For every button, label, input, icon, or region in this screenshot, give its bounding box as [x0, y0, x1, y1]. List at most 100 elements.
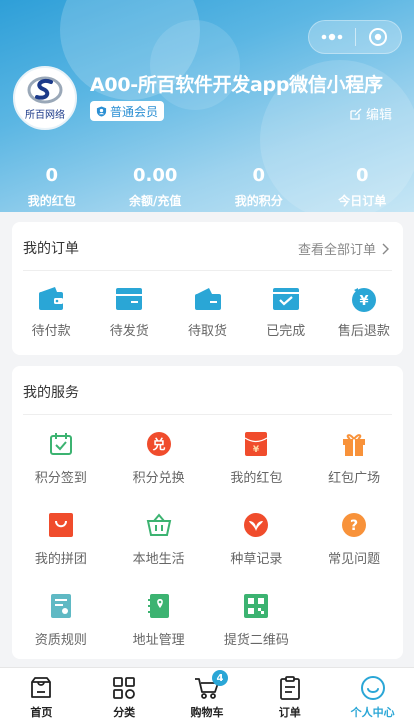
more-menu-button[interactable] [309, 21, 355, 53]
service-label: 种草记录 [230, 552, 283, 567]
service-label: 资质规则 [34, 633, 87, 648]
cart-count-badge: 4 [211, 670, 228, 686]
order-pending-shipment[interactable]: 待发货 [90, 284, 168, 339]
stat-value: 0 [45, 165, 59, 186]
question-icon: ? [340, 511, 368, 539]
check-box-icon [271, 284, 301, 314]
member-shield-icon [96, 105, 107, 117]
sprout-icon [242, 511, 270, 539]
order-icon [277, 675, 303, 701]
orders-title: 我的订单 [23, 241, 79, 257]
services-title: 我的服务 [23, 385, 79, 401]
service-label: 常见问题 [328, 552, 381, 567]
close-mini-program-button[interactable] [356, 21, 402, 53]
tab-label: 订单 [278, 706, 301, 719]
stat-value: 0 [355, 165, 369, 186]
basket-icon [145, 511, 173, 539]
calendar-check-icon [47, 430, 75, 458]
shopping-bag-icon [47, 511, 75, 539]
tab-label: 分类 [113, 706, 136, 719]
stats-row: 0 我的红包 0.00 余额/充值 0 我的积分 0 今日订单 [0, 166, 414, 209]
view-all-orders-link[interactable]: 查看全部订单 [298, 239, 389, 258]
service-my-group-buy[interactable]: 我的拼团 [12, 507, 110, 588]
home-icon [28, 675, 54, 701]
tab-label: 购物车 [190, 706, 224, 719]
gift-icon [340, 430, 368, 458]
tab-category[interactable]: 分类 [83, 668, 166, 721]
service-label: 地址管理 [132, 633, 185, 648]
stat-label: 我的积分 [234, 194, 283, 208]
order-pending-payment[interactable]: 待付款 [12, 284, 90, 339]
qrcode-icon [242, 592, 270, 620]
red-envelope-icon: ¥ [242, 430, 270, 458]
service-label: 积分兑换 [132, 471, 185, 486]
package-icon [193, 284, 223, 314]
service-label: 我的红包 [230, 471, 283, 486]
stat-red-packet[interactable]: 0 我的红包 [0, 166, 104, 209]
edit-icon [350, 108, 362, 120]
tab-profile[interactable]: 个人中心 [331, 668, 414, 721]
service-label: 我的拼团 [34, 552, 87, 567]
smile-icon [360, 675, 386, 701]
chevron-right-icon [382, 243, 389, 254]
order-status-label: 已完成 [266, 324, 306, 339]
avatar[interactable]: 所百网络 [13, 66, 77, 130]
service-grass-record[interactable]: 种草记录 [208, 507, 306, 588]
services-grid: 积分签到 兑 积分兑换 ¥ 我的红包 红包广场 我的拼团 本地生活 种草记录 ?… [12, 426, 403, 669]
stat-label: 余额/充值 [129, 194, 182, 208]
stat-label: 我的红包 [27, 194, 76, 208]
service-qualification-rules[interactable]: 资质规则 [12, 588, 110, 669]
service-label: 积分签到 [34, 471, 87, 486]
mini-program-capsule [308, 20, 402, 54]
service-label: 提货二维码 [223, 633, 289, 648]
edit-label: 编辑 [365, 108, 392, 123]
stat-value: 0.00 [133, 165, 178, 186]
member-badge-label: 普通会员 [110, 104, 159, 119]
order-status-label: 售后退款 [337, 324, 390, 339]
profile-header: 所百网络 A00-所百软件开发app微信小程序 普通会员 编辑 0 我的红包 0… [0, 0, 414, 212]
order-refund[interactable]: ¥ 售后退款 [325, 284, 403, 339]
stat-value: 0 [252, 165, 266, 186]
order-completed[interactable]: 已完成 [247, 284, 325, 339]
exchange-icon: 兑 [145, 430, 173, 458]
tab-home[interactable]: 首页 [0, 668, 83, 721]
wallet-icon [36, 284, 66, 314]
order-status-label: 待取货 [188, 324, 228, 339]
username: A00-所百软件开发app微信小程序 [90, 74, 383, 96]
avatar-label: 所百网络 [25, 110, 65, 121]
tab-cart[interactable]: 4 购物车 [166, 668, 249, 721]
order-status-label: 待发货 [109, 324, 149, 339]
address-book-icon [145, 592, 173, 620]
view-all-orders-label: 查看全部订单 [297, 243, 376, 258]
box-icon [114, 284, 144, 314]
service-faq[interactable]: ? 常见问题 [305, 507, 403, 588]
tab-label: 首页 [30, 706, 53, 719]
service-pickup-qrcode[interactable]: 提货二维码 [208, 588, 306, 669]
order-status-label: 待付款 [31, 324, 71, 339]
service-label: 本地生活 [132, 552, 185, 567]
service-my-red-packet[interactable]: ¥ 我的红包 [208, 426, 306, 507]
stat-today-orders[interactable]: 0 今日订单 [311, 166, 414, 209]
services-card: 我的服务 积分签到 兑 积分兑换 ¥ 我的红包 红包广场 我的拼团 本地生活 种… [12, 366, 403, 659]
target-close-icon [369, 28, 388, 46]
member-badge: 普通会员 [90, 101, 165, 121]
order-pending-pickup[interactable]: 待取货 [168, 284, 246, 339]
category-icon [111, 675, 137, 701]
stat-points[interactable]: 0 我的积分 [207, 166, 311, 209]
tab-orders[interactable]: 订单 [248, 668, 331, 721]
order-status-row: 待付款 待发货 待取货 已完成 ¥ 售后退款 [12, 284, 403, 339]
svg-text:¥: ¥ [359, 294, 368, 309]
service-address-management[interactable]: 地址管理 [110, 588, 208, 669]
orders-card: 我的订单 查看全部订单 待付款 待发货 待取货 已完成 ¥ 售后退款 [12, 222, 403, 355]
service-points-checkin[interactable]: 积分签到 [12, 426, 110, 507]
stat-balance[interactable]: 0.00 余额/充值 [104, 166, 208, 209]
service-local-life[interactable]: 本地生活 [110, 507, 208, 588]
svg-text:?: ? [350, 518, 358, 534]
more-dots-icon [321, 33, 343, 41]
service-points-exchange[interactable]: 兑 积分兑换 [110, 426, 208, 507]
tab-label: 个人中心 [350, 706, 395, 719]
service-red-packet-square[interactable]: 红包广场 [305, 426, 403, 507]
edit-profile-button[interactable]: 编辑 [350, 104, 392, 123]
bottom-tab-bar: 首页 分类 4 购物车 订单 个人中心 [0, 667, 414, 721]
refund-icon: ¥ [349, 284, 379, 314]
